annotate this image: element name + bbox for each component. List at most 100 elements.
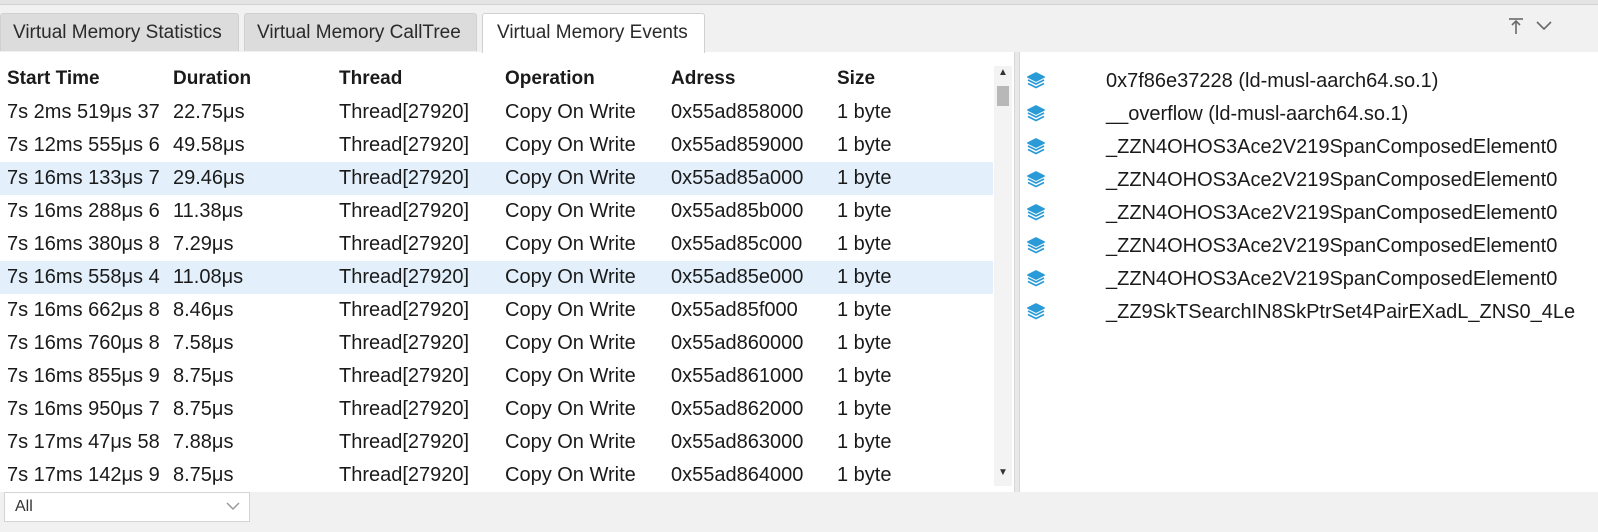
scroll-thumb[interactable] xyxy=(997,86,1009,106)
column-header-start-time[interactable]: Start Time xyxy=(7,64,100,94)
callstack-frame-label: __overflow (ld-musl-aarch64.so.1) xyxy=(1106,103,1409,125)
tab-bar: Virtual Memory Statistics Virtual Memory… xyxy=(0,6,1598,53)
address-cell: 0x55ad863000 xyxy=(671,431,804,453)
table-row[interactable]: 7s 17ms 47μs 58 7.88μs Thread[27920] Copy O… xyxy=(0,426,993,459)
stack-layers-icon xyxy=(1027,204,1045,221)
start-time-cell: 7s 2ms 519μs 37 xyxy=(7,101,160,123)
top-border xyxy=(0,0,1598,5)
virtual-memory-events-view: Virtual Memory Statistics Virtual Memory… xyxy=(0,0,1598,532)
address-cell: 0x55ad858000 xyxy=(671,101,804,123)
duration-cell: 8.75μs xyxy=(173,398,234,420)
table-row[interactable]: 7s 16ms 950μs 7 8.75μs Thread[27920] Copy O… xyxy=(0,393,993,426)
table-row[interactable]: 7s 2ms 519μs 37 22.75μs Thread[27920] Copy … xyxy=(0,96,993,129)
table-row[interactable]: 7s 16ms 288μs 6 11.38μs Thread[27920] Copy … xyxy=(0,195,993,228)
table-row[interactable]: 7s 16ms 760μs 8 7.58μs Thread[27920] Copy O… xyxy=(0,327,993,360)
thread-cell: Thread[27920] xyxy=(339,299,470,321)
start-time-cell: 7s 16ms 133μs 7 xyxy=(7,167,160,189)
thread-cell: Thread[27920] xyxy=(339,200,470,222)
table-row[interactable]: 7s 12ms 555μs 6 49.58μs Thread[27920] Copy … xyxy=(0,129,993,162)
callstack-frame[interactable]: __overflow (ld-musl-aarch64.so.1) xyxy=(1020,98,1598,131)
callstack-frame-label: _ZZN4OHOS3Ace2V219SpanComposedElement0 xyxy=(1106,202,1558,224)
start-time-cell: 7s 17ms 47μs 58 xyxy=(7,431,160,453)
address-cell: 0x55ad85e000 xyxy=(671,266,804,288)
duration-cell: 7.29μs xyxy=(173,233,234,255)
operation-cell: Copy On Write xyxy=(505,200,636,222)
thread-cell: Thread[27920] xyxy=(339,266,470,288)
operation-cell: Copy On Write xyxy=(505,134,636,156)
filter-select[interactable]: All xyxy=(4,492,250,522)
column-header-duration[interactable]: Duration xyxy=(173,64,251,94)
chevron-down-icon xyxy=(226,502,240,511)
footer-bar: All xyxy=(0,492,1598,532)
operation-cell: Copy On Write xyxy=(505,365,636,387)
size-cell: 1 byte xyxy=(837,398,892,420)
callstack-frame-label: 0x7f86e37228 (ld-musl-aarch64.so.1) xyxy=(1106,70,1439,92)
operation-cell: Copy On Write xyxy=(505,101,636,123)
callstack-frame[interactable]: _ZZN4OHOS3Ace2V219SpanComposedElement0 xyxy=(1020,131,1598,164)
start-time-cell: 7s 16ms 855μs 9 xyxy=(7,365,160,387)
table-row[interactable]: 7s 17ms 142μs 9 8.75μs Thread[27920] Copy O… xyxy=(0,459,993,492)
callstack-frame[interactable]: _ZZN4OHOS3Ace2V219SpanComposedElement0 xyxy=(1020,197,1598,230)
duration-cell: 11.08μs xyxy=(173,266,244,288)
thread-cell: Thread[27920] xyxy=(339,365,470,387)
tab-virtual-memory-events[interactable]: Virtual Memory Events xyxy=(482,13,705,53)
start-time-cell: 7s 16ms 950μs 7 xyxy=(7,398,160,420)
stack-layers-icon xyxy=(1027,138,1045,155)
table-row[interactable]: 7s 16ms 558μs 4 11.08μs Thread[27920] Copy … xyxy=(0,261,993,294)
size-cell: 1 byte xyxy=(837,200,892,222)
callstack-frame[interactable]: _ZZN4OHOS3Ace2V219SpanComposedElement0 xyxy=(1020,263,1598,296)
table-scrollbar[interactable]: ▲ ▼ xyxy=(994,66,1012,486)
table-row[interactable]: 7s 16ms 662μs 8 8.46μs Thread[27920] Copy O… xyxy=(0,294,993,327)
start-time-cell: 7s 12ms 555μs 6 xyxy=(7,134,160,156)
filter-select-value: All xyxy=(15,498,33,515)
thread-cell: Thread[27920] xyxy=(339,398,470,420)
start-time-cell: 7s 16ms 760μs 8 xyxy=(7,332,160,354)
callstack-frame-label: _ZZN4OHOS3Ace2V219SpanComposedElement0 xyxy=(1106,169,1558,191)
callstack-frame-label: _ZZN4OHOS3Ace2V219SpanComposedElement0 xyxy=(1106,268,1558,290)
stack-layers-icon xyxy=(1027,270,1045,287)
thread-cell: Thread[27920] xyxy=(339,332,470,354)
scroll-up-arrow-icon[interactable]: ▲ xyxy=(994,66,1012,80)
column-header-operation[interactable]: Operation xyxy=(505,64,595,94)
collapse-panel-icon[interactable] xyxy=(1532,16,1556,42)
operation-cell: Copy On Write xyxy=(505,266,636,288)
size-cell: 1 byte xyxy=(837,101,892,123)
size-cell: 1 byte xyxy=(837,299,892,321)
duration-cell: 7.88μs xyxy=(173,431,234,453)
table-body: 7s 2ms 519μs 37 22.75μs Thread[27920] Copy … xyxy=(0,96,993,492)
table-row[interactable]: 7s 16ms 133μs 7 29.46μs Thread[27920] Copy … xyxy=(0,162,993,195)
address-cell: 0x55ad859000 xyxy=(671,134,804,156)
column-header-address[interactable]: Adress xyxy=(671,64,735,94)
table-row[interactable]: 7s 16ms 855μs 9 8.75μs Thread[27920] Copy O… xyxy=(0,360,993,393)
thread-cell: Thread[27920] xyxy=(339,134,470,156)
content-area: Start Time Duration Thread Operation Adr… xyxy=(0,52,1598,492)
size-cell: 1 byte xyxy=(837,332,892,354)
size-cell: 1 byte xyxy=(837,134,892,156)
callstack-frame-label: _ZZN4OHOS3Ace2V219SpanComposedElement0 xyxy=(1106,136,1558,158)
scroll-down-arrow-icon[interactable]: ▼ xyxy=(994,466,1012,480)
size-cell: 1 byte xyxy=(837,233,892,255)
operation-cell: Copy On Write xyxy=(505,431,636,453)
thread-cell: Thread[27920] xyxy=(339,464,470,486)
callstack-frame-label: _ZZN4OHOS3Ace2V219SpanComposedElement0 xyxy=(1106,235,1558,257)
duration-cell: 11.38μs xyxy=(173,200,244,222)
tab-virtual-memory-statistics[interactable]: Virtual Memory Statistics xyxy=(0,13,239,51)
callstack-frame[interactable]: _ZZ9SkTSearchIN8SkPtrSet4PairEXadL_ZNS0_… xyxy=(1020,296,1598,329)
stack-layers-icon xyxy=(1027,237,1045,254)
table-row[interactable]: 7s 16ms 380μs 8 7.29μs Thread[27920] Copy O… xyxy=(0,228,993,261)
column-header-thread[interactable]: Thread xyxy=(339,64,402,94)
column-header-size[interactable]: Size xyxy=(837,64,875,94)
tab-virtual-memory-calltree[interactable]: Virtual Memory CallTree xyxy=(244,13,477,51)
operation-cell: Copy On Write xyxy=(505,464,636,486)
callstack-frame[interactable]: 0x7f86e37228 (ld-musl-aarch64.so.1) xyxy=(1020,65,1598,98)
address-cell: 0x55ad864000 xyxy=(671,464,804,486)
duration-cell: 22.75μs xyxy=(173,101,245,123)
callstack-frame[interactable]: _ZZN4OHOS3Ace2V219SpanComposedElement0 xyxy=(1020,164,1598,197)
callstack-frame[interactable]: _ZZN4OHOS3Ace2V219SpanComposedElement0 xyxy=(1020,230,1598,263)
stack-layers-icon xyxy=(1027,171,1045,188)
callstack-panel: 0x7f86e37228 (ld-musl-aarch64.so.1) __ove… xyxy=(1020,52,1598,492)
address-cell: 0x55ad861000 xyxy=(671,365,804,387)
duration-cell: 8.46μs xyxy=(173,299,234,321)
stack-layers-icon xyxy=(1027,105,1045,122)
maximize-panel-icon[interactable] xyxy=(1504,16,1528,42)
